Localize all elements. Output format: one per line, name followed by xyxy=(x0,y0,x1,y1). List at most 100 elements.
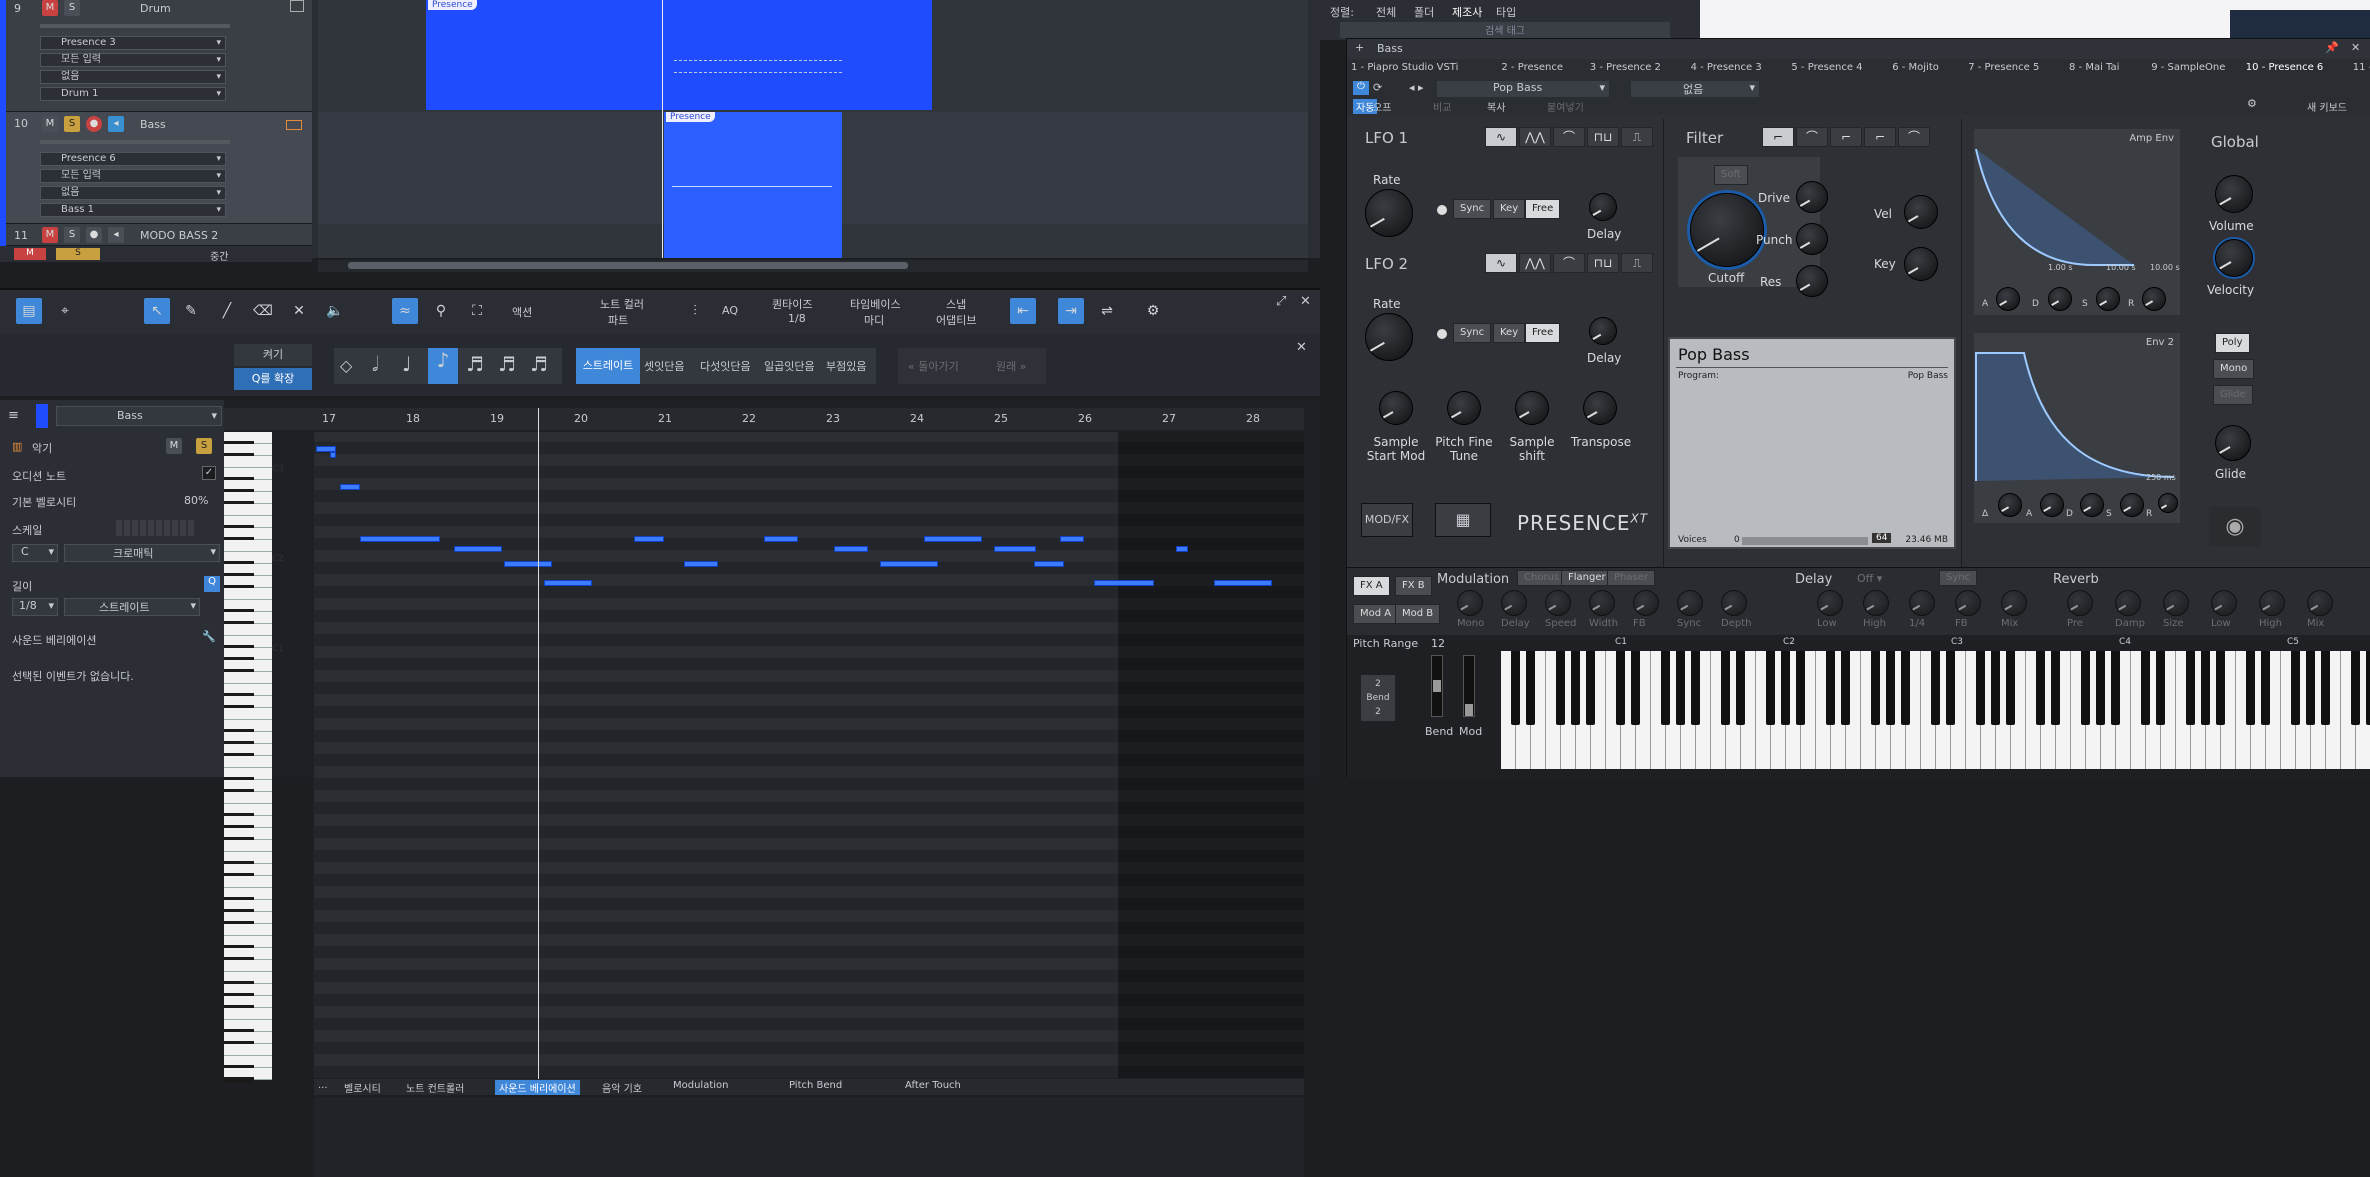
paint-tool-icon[interactable]: ╱ xyxy=(214,298,240,324)
piano-key[interactable] xyxy=(224,960,272,972)
pin-icon[interactable]: 📌 xyxy=(2325,41,2339,54)
piano-key-black[interactable] xyxy=(1586,651,1595,725)
piano-key-black[interactable] xyxy=(1616,651,1625,725)
res-knob[interactable] xyxy=(1796,265,1828,297)
editor-tool-icon[interactable]: ⌖ xyxy=(52,298,78,324)
filter-vel-knob[interactable] xyxy=(1904,195,1938,229)
mod-b-button[interactable]: Mod B xyxy=(1395,604,1441,624)
timebase-select[interactable]: 마디 xyxy=(864,312,884,328)
piano-key-black[interactable] xyxy=(224,1077,254,1083)
note-grid[interactable] xyxy=(314,432,1304,1078)
lfo2-rate-knob[interactable] xyxy=(1365,313,1413,361)
lfo1-wave-sine-icon[interactable]: ∿ xyxy=(1485,127,1517,147)
piano-key-black[interactable] xyxy=(2081,651,2090,725)
midi-note[interactable] xyxy=(454,546,502,552)
env2-display[interactable]: Env 2 250 ms Δ A D S R xyxy=(1974,333,2180,523)
piano-key[interactable] xyxy=(224,456,272,468)
glide-knob[interactable] xyxy=(2215,425,2251,461)
length-mode-select[interactable]: 스트레이트 ▾ xyxy=(64,598,200,616)
back-button[interactable]: « 돌아가기 xyxy=(908,358,959,374)
key-select[interactable]: C ▾ xyxy=(12,544,58,562)
lfo1-wave-tri-icon[interactable]: ⌒ xyxy=(1553,127,1585,147)
cutoff-knob[interactable] xyxy=(1690,193,1764,267)
piano-key-black[interactable] xyxy=(2201,651,2210,725)
piano-key-black[interactable] xyxy=(1781,651,1790,725)
fx-knob[interactable] xyxy=(1721,590,1747,616)
pencil-tool-icon[interactable]: ✎ xyxy=(178,298,204,324)
paste-button[interactable]: 붙여넣기 xyxy=(1547,99,1584,114)
chorus-button[interactable]: Chorus xyxy=(1517,570,1567,586)
mute-tool-icon[interactable]: ✕ xyxy=(286,298,312,324)
sample-shift-knob[interactable] xyxy=(1515,391,1549,425)
lfo1-free-button[interactable]: Free xyxy=(1525,199,1561,219)
amp-attack-knob[interactable] xyxy=(1996,287,2020,311)
fx-knob[interactable] xyxy=(1545,590,1571,616)
midi-note[interactable] xyxy=(994,546,1036,552)
wrench-icon[interactable]: 🔧 xyxy=(202,630,216,643)
plugin-tab[interactable]: 6 - Mojito xyxy=(1892,62,1939,73)
lane-tab[interactable]: ... xyxy=(318,1080,328,1091)
piano-key-black[interactable] xyxy=(1841,651,1850,725)
phaser-button[interactable]: Phaser xyxy=(1607,570,1655,586)
piano-key-black[interactable] xyxy=(1691,651,1700,725)
piano-key-black[interactable] xyxy=(2306,651,2315,725)
sample-start-knob[interactable] xyxy=(1379,391,1413,425)
filter-comb-icon[interactable]: ⌒ xyxy=(1898,127,1930,147)
lfo1-wave-saw-icon[interactable]: ⋀⋀ xyxy=(1519,127,1551,147)
loop-icon[interactable]: ⇌ xyxy=(1094,298,1120,324)
velocity-knob[interactable] xyxy=(2215,239,2253,277)
note-value-quarter-icon[interactable]: ♩ xyxy=(402,352,411,376)
lane-tab[interactable]: 벨로시티 xyxy=(344,1080,381,1095)
pitch-fine-knob[interactable] xyxy=(1447,391,1481,425)
note-value-half-icon[interactable]: 𝅗𝅥 xyxy=(372,352,378,376)
fx-knob[interactable] xyxy=(1501,590,1527,616)
lfo1-delay-knob[interactable] xyxy=(1589,193,1617,221)
piano-key-black[interactable] xyxy=(2111,651,2120,725)
note-value-whole-icon[interactable]: ◇ xyxy=(340,356,352,375)
lfo1-sync-button[interactable]: Sync xyxy=(1453,199,1492,219)
piano-key-black[interactable] xyxy=(2141,651,2150,725)
piano-key-black[interactable] xyxy=(2351,651,2360,725)
plugin-tab[interactable]: 8 - Mai Tai xyxy=(2069,62,2119,73)
lfo1-wave-random-icon[interactable]: ⎍ xyxy=(1621,127,1653,147)
sort-maker[interactable]: 제조사 xyxy=(1452,4,1482,20)
piano-key-black[interactable] xyxy=(1886,651,1895,725)
piano-key-black[interactable] xyxy=(1736,651,1745,725)
input-select[interactable]: 모든 입력 xyxy=(40,53,226,67)
midi-note[interactable] xyxy=(544,580,592,586)
fx-knob[interactable] xyxy=(2259,590,2285,616)
fx-knob[interactable] xyxy=(1955,590,1981,616)
output-select[interactable]: Drum 1 xyxy=(40,87,226,101)
close-icon[interactable]: ✕ xyxy=(1296,340,1307,355)
piano-keyboard[interactable]: C3 C2 C1 xyxy=(224,432,312,1084)
quantize-icon[interactable]: ⫶ xyxy=(682,298,708,324)
track-row-bass[interactable]: 10 M S ● ◂ Bass Presence 6 모든 입력 없음 Bass… xyxy=(0,112,312,224)
solo-button[interactable]: S xyxy=(64,116,80,132)
flanger-button[interactable]: Flanger xyxy=(1561,570,1613,586)
sort-folder[interactable]: 폴더 xyxy=(1414,4,1434,20)
fx-knob[interactable] xyxy=(1633,590,1659,616)
keyboard-button[interactable]: 새 키보드 xyxy=(2307,99,2347,114)
aq-button[interactable]: AQ xyxy=(722,304,738,317)
piano-key-black[interactable] xyxy=(2321,651,2330,725)
midi-note[interactable] xyxy=(924,536,982,542)
midi-note[interactable] xyxy=(684,561,718,567)
piano-key[interactable] xyxy=(224,756,272,768)
piano-key-black[interactable] xyxy=(2246,651,2255,725)
plugin-tab[interactable]: 4 - Presence 3 xyxy=(1691,62,1762,73)
track-row-modo-bass[interactable]: 11 M S ● ◂ MODO BASS 2 xyxy=(0,224,312,246)
piano-key-black[interactable] xyxy=(1631,651,1640,725)
mod-a-button[interactable]: Mod A xyxy=(1353,604,1399,624)
fx-knob[interactable] xyxy=(1817,590,1843,616)
sidechain-select[interactable]: 없음 ▾ xyxy=(1631,81,1759,97)
env2-release-knob[interactable] xyxy=(2158,493,2178,513)
mono-button[interactable]: Mono xyxy=(2213,359,2255,379)
midi-note[interactable] xyxy=(504,561,552,567)
mute-button[interactable]: M xyxy=(42,227,58,243)
amp-release-knob[interactable] xyxy=(2142,287,2166,311)
piano-key-black[interactable] xyxy=(2291,651,2300,725)
midi-note[interactable] xyxy=(634,536,664,542)
piano-key[interactable] xyxy=(224,672,272,684)
lane-tab[interactable]: After Touch xyxy=(905,1080,961,1091)
piano-key[interactable] xyxy=(224,876,272,888)
